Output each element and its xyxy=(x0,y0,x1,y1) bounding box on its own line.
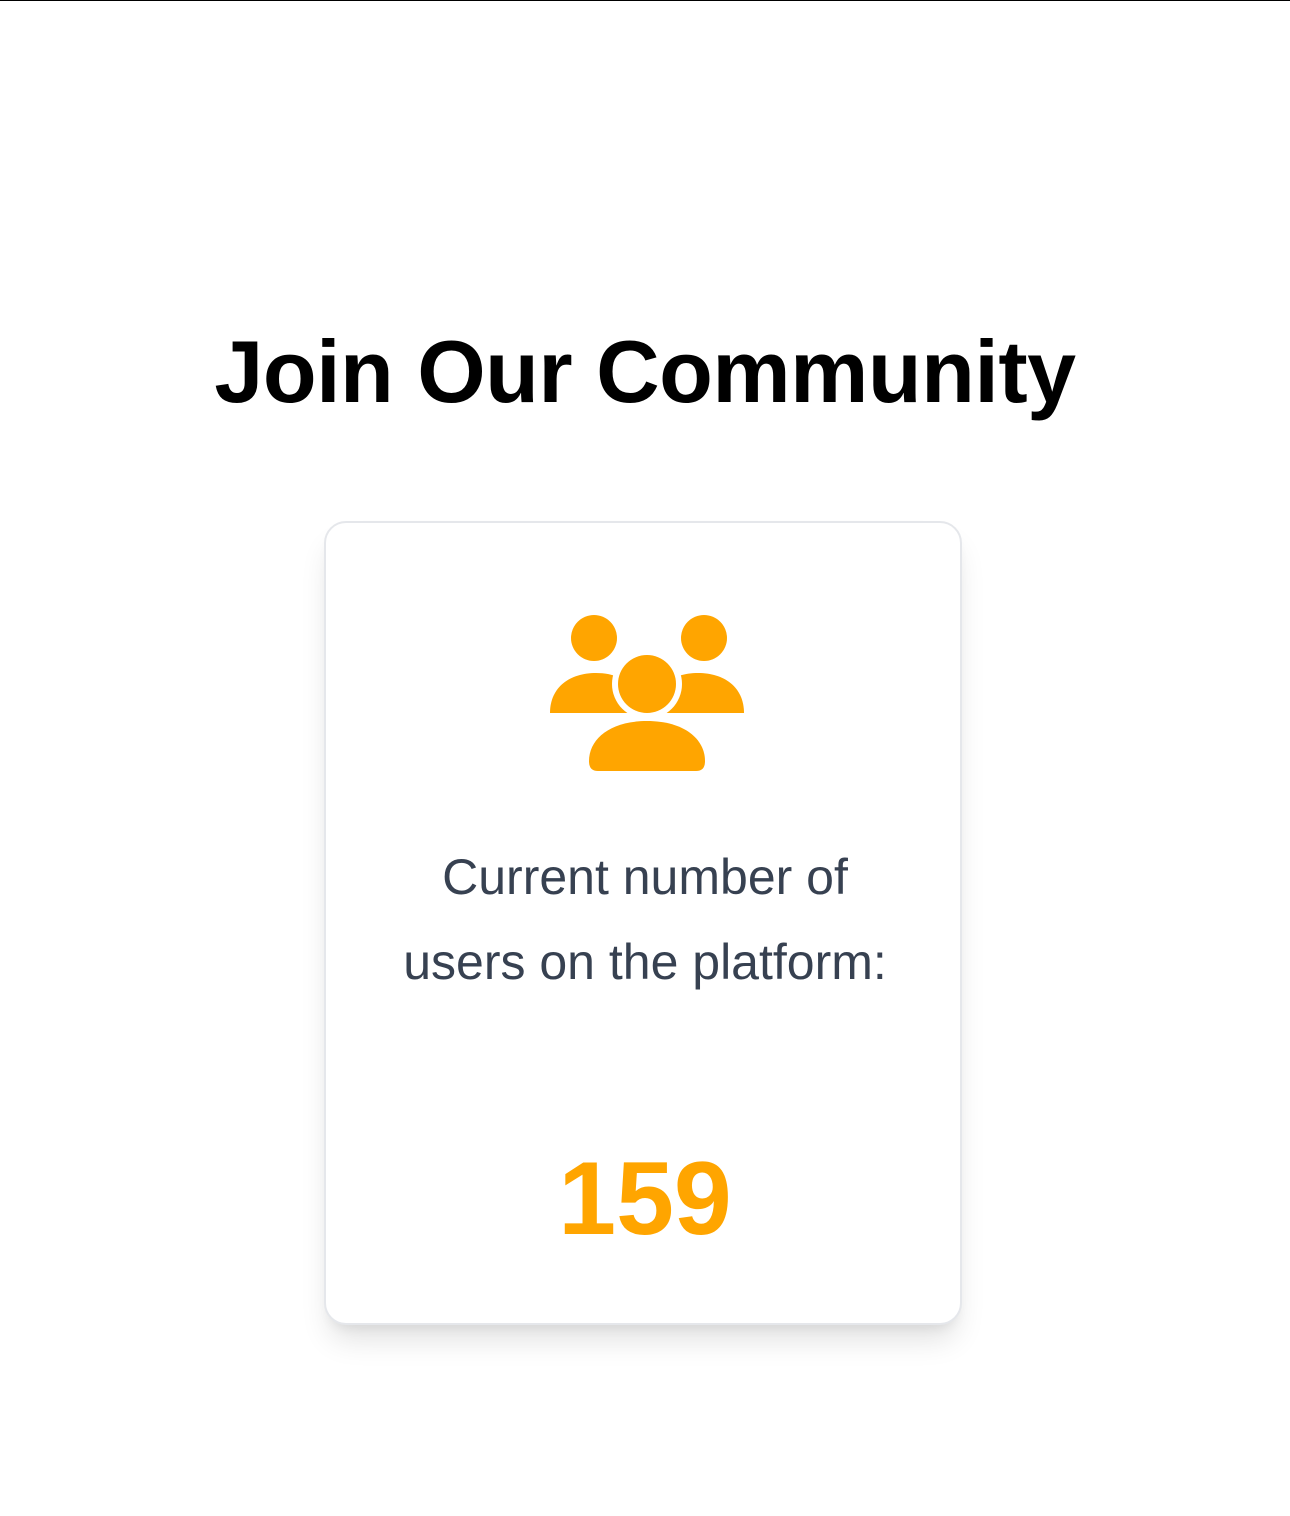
page-title: Join Our Community xyxy=(214,322,1076,421)
users-group-icon xyxy=(550,615,744,771)
user-count-value: 159 xyxy=(558,1141,732,1257)
user-count-card: Current number of users on the platform:… xyxy=(324,521,962,1325)
user-count-label: Current number of users on the platform: xyxy=(403,849,887,990)
top-divider xyxy=(0,0,1290,1)
